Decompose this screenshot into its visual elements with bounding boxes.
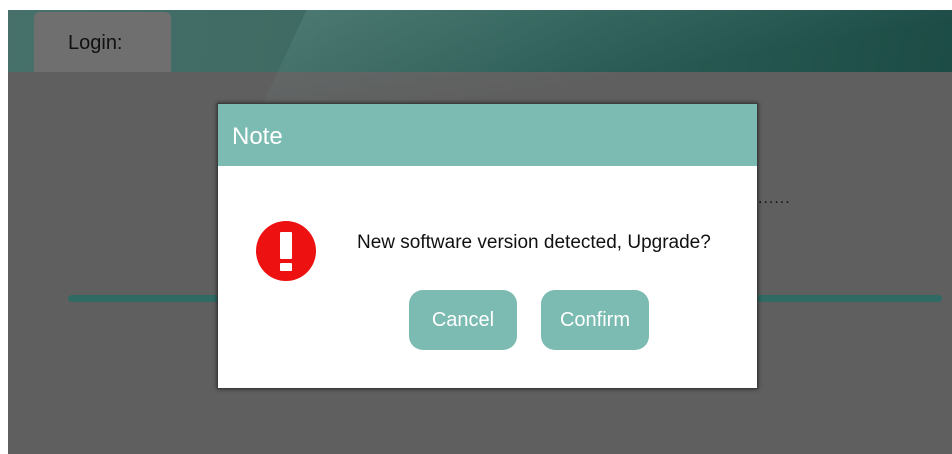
dialog-header: Note bbox=[218, 104, 757, 166]
dialog-title: Note bbox=[232, 123, 283, 150]
tab-login[interactable]: Login: bbox=[34, 12, 171, 72]
background-status-text: ...... bbox=[758, 190, 791, 207]
confirm-button[interactable]: Confirm bbox=[541, 290, 649, 350]
header-decoration bbox=[260, 10, 952, 110]
tab-login-label: Login: bbox=[68, 32, 123, 54]
app-screen: Login: ...... Note New software version … bbox=[8, 10, 952, 454]
upgrade-dialog: Note New software version detected, Upgr… bbox=[217, 103, 758, 389]
exclamation-bar bbox=[280, 232, 292, 259]
exclamation-icon bbox=[256, 221, 316, 281]
dialog-message: New software version detected, Upgrade? bbox=[357, 232, 711, 253]
exclamation-dot bbox=[280, 263, 292, 271]
cancel-button[interactable]: Cancel bbox=[409, 290, 517, 350]
